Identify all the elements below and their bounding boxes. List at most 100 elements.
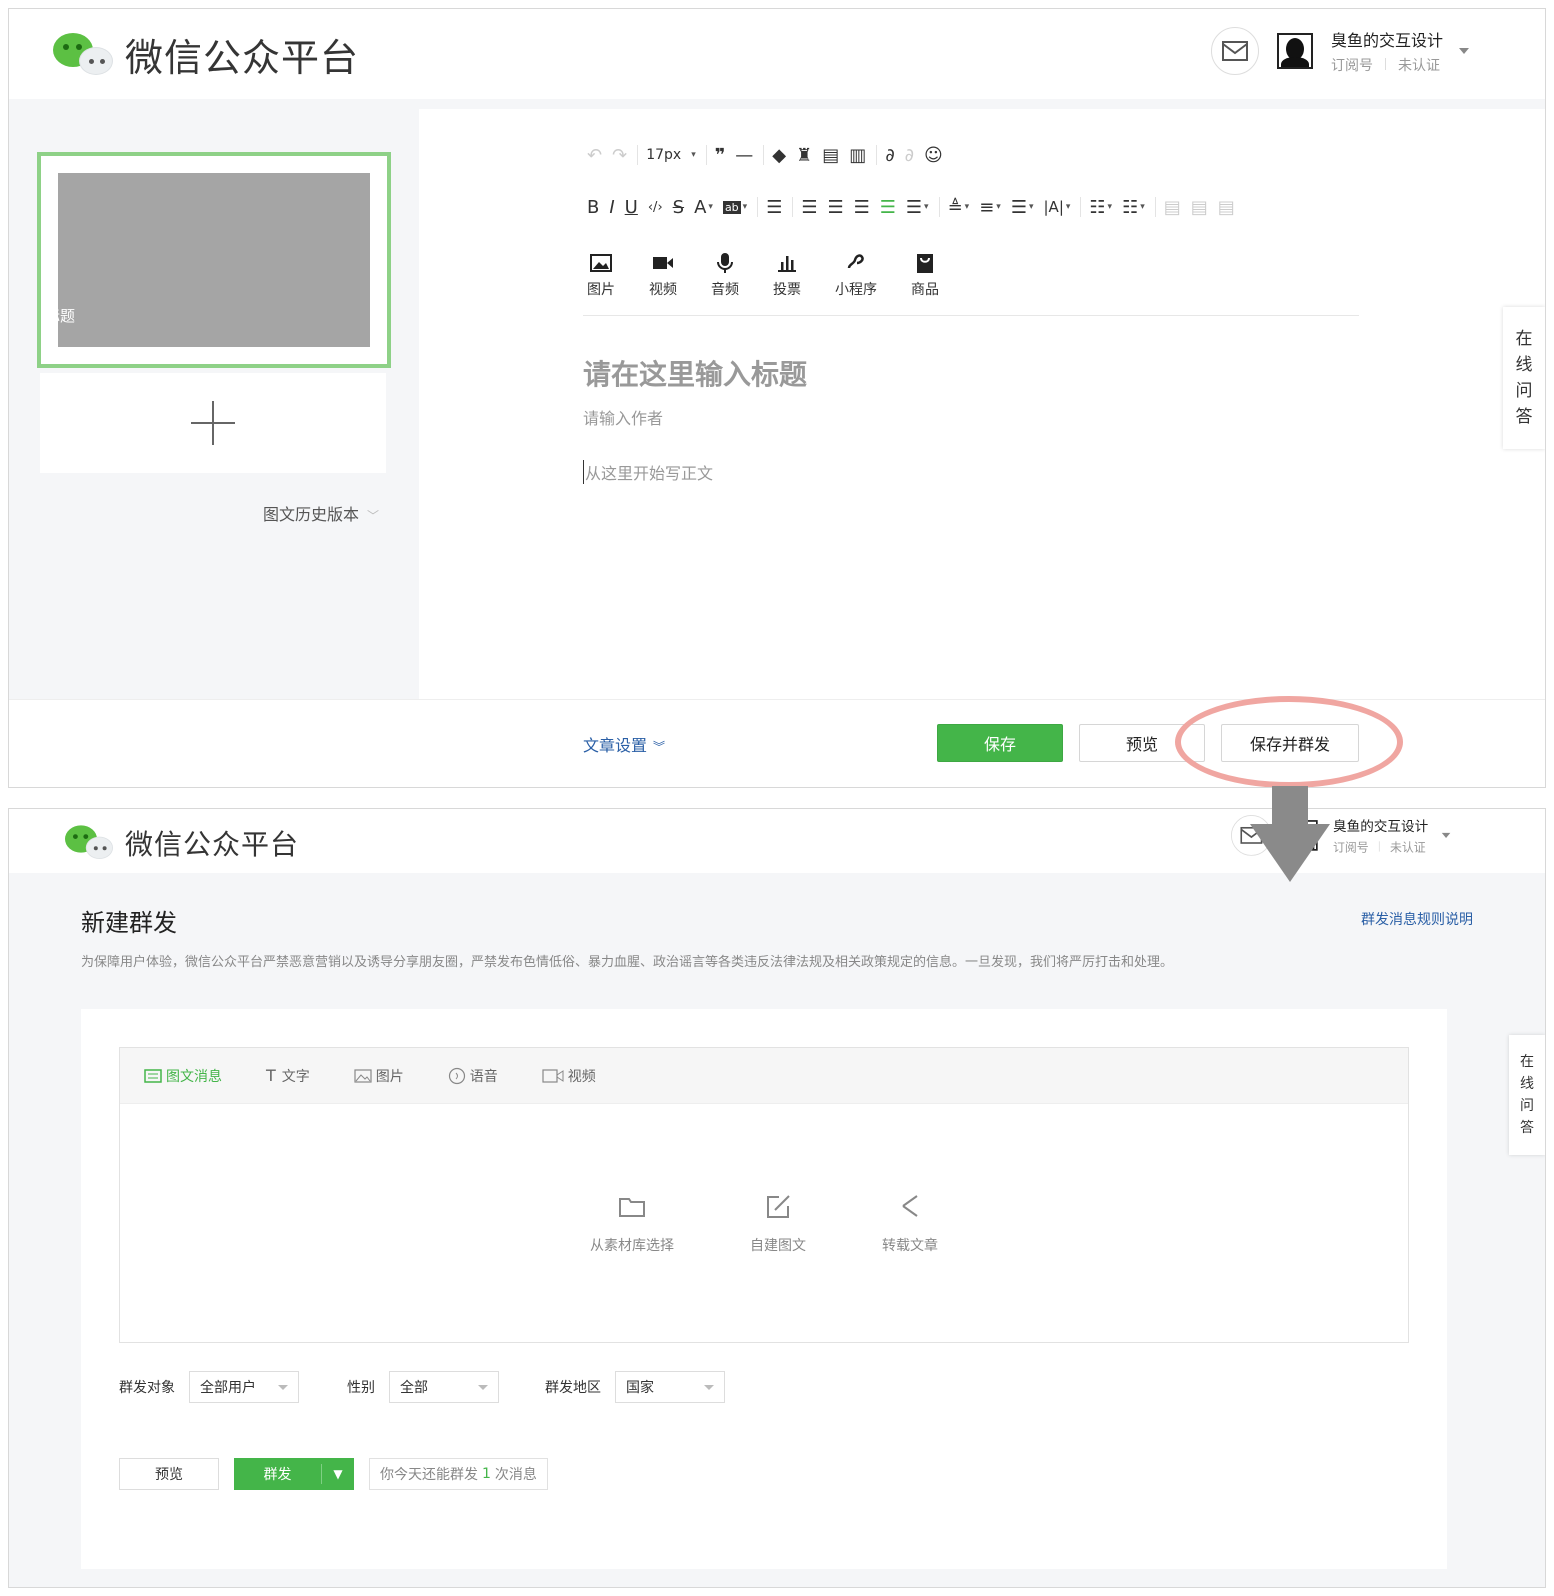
insert-audio-button[interactable]: 音频 (711, 251, 739, 299)
body-input[interactable]: 从这里开始写正文 (583, 460, 713, 484)
account-status: 未认证 (1389, 841, 1426, 855)
title-input[interactable]: 请在这里输入标题 (583, 353, 807, 393)
article-editor: ↶ ↷ 17px ▾ ❞ — ◆ ♜ ▤ ▥ ∂ ∂ ☺ B I U ‹/› S … (419, 109, 1545, 707)
indent-icon[interactable]: ☰ (766, 195, 782, 219)
font-size-select[interactable]: 17px ▾ (646, 143, 696, 167)
miniprogram-icon (847, 254, 864, 269)
quote-icon[interactable]: ❞ (715, 143, 726, 167)
horizontal-rule-icon[interactable]: — (735, 143, 753, 167)
highlight-color-icon[interactable]: ab ▾ (722, 195, 747, 219)
rules-link[interactable]: 群发消息规则说明 (1361, 909, 1473, 929)
spacing-after-icon[interactable]: ≡ ▾ (979, 195, 1001, 219)
strikethrough-icon[interactable]: S (673, 195, 684, 219)
region-select[interactable]: 国家 (615, 1371, 725, 1403)
account-status: 未认证 (1398, 58, 1440, 74)
format-painter-icon[interactable]: ♜ (796, 143, 812, 167)
brand-logo[interactable]: 微信公众平台 (65, 819, 299, 867)
line-height-icon[interactable]: ☰ ▾ (1011, 195, 1034, 219)
italic-icon[interactable]: I (609, 195, 614, 219)
float-left-icon[interactable]: ▤ (1164, 195, 1181, 219)
redo-icon[interactable]: ↷ (612, 143, 627, 167)
spacing-before-icon[interactable]: ≜ ▾ (948, 195, 970, 219)
article-settings-link[interactable]: 文章设置 ︾ (583, 732, 665, 756)
folder-icon (619, 1198, 645, 1217)
remain-text: 你今天还能群发 (380, 1467, 478, 1483)
gender-select[interactable]: 全部 (389, 1371, 499, 1403)
author-input[interactable]: 请输入作者 (583, 405, 663, 429)
region-field: 群发地区 国家 (545, 1371, 725, 1403)
share-icon (902, 1195, 918, 1217)
eraser-icon[interactable]: ◆ (772, 143, 786, 167)
align-right-icon[interactable]: ☰ (854, 195, 870, 219)
insert-toolbar: 图片 视频 音频 投票 小程序 商品 (587, 251, 973, 299)
image-icon (590, 254, 612, 272)
insert-vote-button[interactable]: 投票 (773, 251, 801, 299)
article-card[interactable] (37, 152, 391, 368)
letter-spacing-icon[interactable]: |A| ▾ (1044, 195, 1071, 219)
gender-value: 全部 (400, 1380, 428, 1396)
undo-icon[interactable]: ↶ (587, 143, 602, 167)
editor-screen: 微信公众平台 臭鱼的交互设计 订阅号 未认证 标题 图文历史版本 ﹀ ↶ ↷ 17p… (8, 8, 1546, 788)
bold-icon[interactable]: B (587, 195, 599, 219)
image-icon (354, 1068, 372, 1083)
paragraph-spacing-icon[interactable]: ☰ ▾ (906, 195, 929, 219)
avatar[interactable] (1277, 33, 1313, 69)
chevron-down-icon[interactable]: ▼ (322, 1467, 354, 1481)
tab-text[interactable]: T 文字 (266, 1066, 310, 1086)
qa-char: 线 (1515, 355, 1533, 375)
send-label: 群发 (234, 1464, 322, 1484)
ordered-list-icon[interactable]: ☷ ▾ (1089, 195, 1112, 219)
unordered-list-icon[interactable]: ☷ ▾ (1122, 195, 1145, 219)
tab-video[interactable]: 视频 (542, 1066, 596, 1086)
float-right-icon[interactable]: ▤ (1218, 195, 1235, 219)
qa-char: 在 (1515, 329, 1533, 349)
voice-icon (448, 1067, 465, 1084)
gender-field: 性别 全部 (347, 1371, 499, 1403)
link-icon[interactable]: ∂ (885, 143, 894, 167)
insert-miniprogram-button[interactable]: 小程序 (835, 251, 877, 299)
insert-product-button[interactable]: 商品 (911, 251, 939, 299)
underline-icon[interactable]: U (625, 195, 638, 219)
align-justify-icon[interactable]: ☰ (880, 195, 896, 219)
chevron-down-icon[interactable] (1459, 48, 1470, 54)
tab-image[interactable]: 图片 (354, 1066, 404, 1086)
account-name: 臭鱼的交互设计 (1333, 818, 1429, 835)
code-icon[interactable]: ‹/› (648, 195, 663, 219)
preview-button[interactable]: 预览 (119, 1458, 219, 1490)
font-color-icon[interactable]: A ▾ (694, 195, 713, 219)
unlink-icon[interactable]: ∂ (905, 143, 914, 167)
insert-image-button[interactable]: 图片 (587, 251, 615, 299)
account-info[interactable]: 臭鱼的交互设计 订阅号 未认证 (1333, 815, 1428, 856)
toolbar-divider (583, 315, 1359, 316)
align-left-icon[interactable]: ☰ (801, 195, 817, 219)
tab-label: 图片 (375, 1068, 404, 1085)
account-info[interactable]: 臭鱼的交互设计 订阅号 未认证 (1331, 27, 1443, 75)
online-qa-button[interactable]: 在 线 问 答 (1503, 307, 1545, 449)
float-center-icon[interactable]: ▤ (1191, 195, 1208, 219)
create-news-option[interactable]: 自建图文 (750, 1191, 806, 1255)
tab-voice[interactable]: 语音 (448, 1066, 498, 1086)
mail-icon[interactable] (1211, 27, 1259, 75)
online-qa-button[interactable]: 在 线 问 答 (1509, 1035, 1545, 1155)
message-type-tabs: 图文消息 T 文字 图片 语音 视频 (120, 1048, 1408, 1104)
brand-logo[interactable]: 微信公众平台 (53, 27, 359, 82)
insert-label: 图片 (587, 282, 615, 298)
send-button[interactable]: 群发 ▼ (234, 1458, 354, 1490)
insert-label: 音频 (711, 282, 739, 298)
chevron-down-icon (278, 1384, 288, 1390)
align-center-icon[interactable]: ☰ (827, 195, 843, 219)
history-version-link[interactable]: 图文历史版本 ﹀ (263, 501, 379, 525)
arrow-down-icon (1250, 786, 1330, 882)
mic-icon (717, 253, 733, 273)
template-icon[interactable]: ▤ (822, 143, 839, 167)
repost-article-option[interactable]: 转载文章 (882, 1191, 938, 1255)
from-library-option[interactable]: 从素材库选择 (590, 1191, 674, 1255)
document-icon[interactable]: ▥ (849, 143, 866, 167)
emoji-icon[interactable]: ☺ (924, 143, 943, 167)
add-article-button[interactable] (40, 373, 386, 473)
chevron-down-icon[interactable] (1441, 832, 1451, 838)
insert-video-button[interactable]: 视频 (649, 251, 677, 299)
target-select[interactable]: 全部用户 (189, 1371, 299, 1403)
save-button[interactable]: 保存 (937, 724, 1063, 762)
tab-news[interactable]: 图文消息 (144, 1066, 222, 1086)
